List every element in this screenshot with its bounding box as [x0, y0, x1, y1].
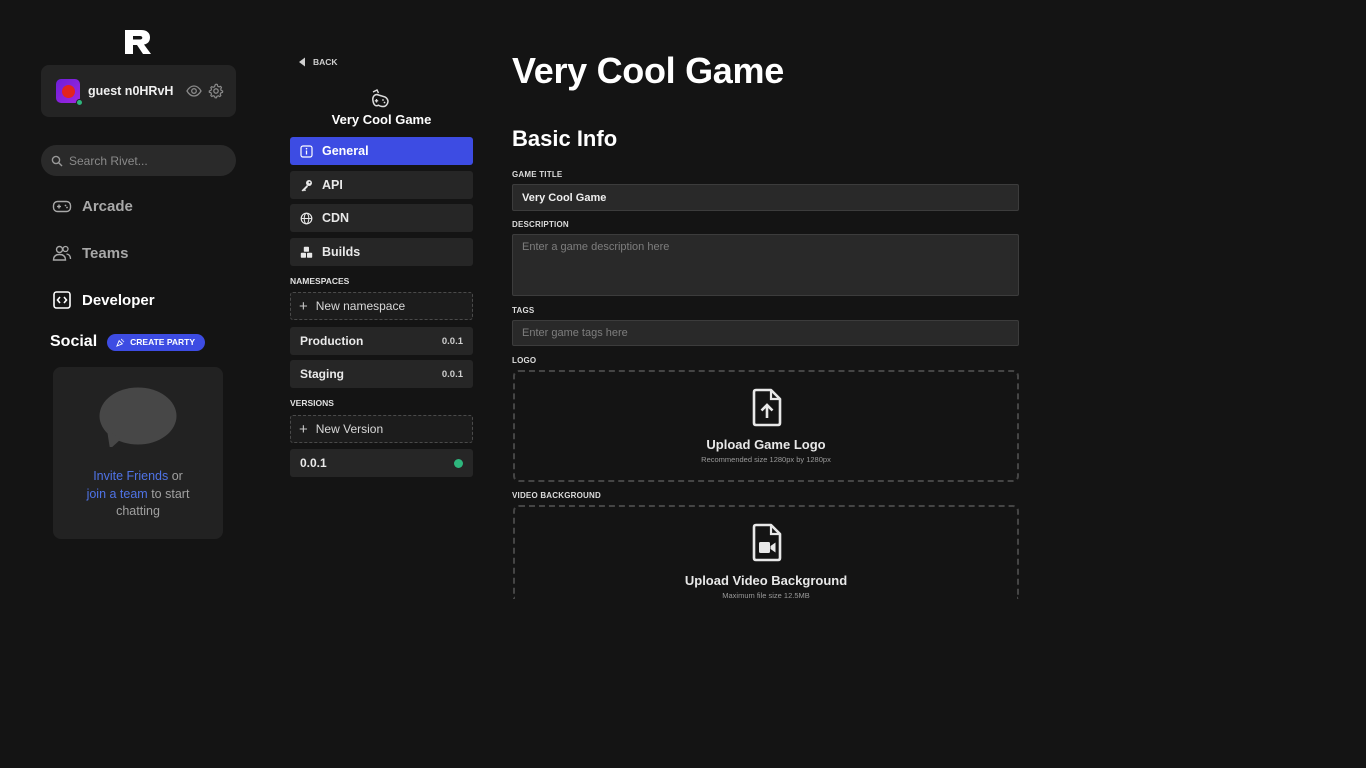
nav-label-developer: Developer — [82, 291, 155, 309]
tab-api-label: API — [322, 178, 343, 192]
versions-label: VERSIONS — [290, 398, 334, 408]
join-team-link[interactable]: join a team — [87, 487, 148, 501]
tab-builds-label: Builds — [322, 245, 361, 259]
rivet-logo[interactable] — [124, 29, 152, 55]
party-popper-icon — [116, 338, 125, 347]
gamepad-icon — [52, 200, 72, 213]
tab-cdn-label: CDN — [322, 211, 350, 225]
nav-item-arcade[interactable]: Arcade — [52, 196, 133, 216]
namespace-item-staging[interactable]: Staging 0.0.1 — [290, 360, 473, 388]
tags-input[interactable] — [512, 320, 1019, 346]
invite-friends-link[interactable]: Invite Friends — [93, 469, 168, 483]
plus-icon: + — [299, 420, 308, 438]
logo-upload-subtitle: Recommended size 1280px by 1280px — [701, 455, 831, 464]
logo-label: LOGO — [512, 356, 537, 365]
eye-icon[interactable] — [186, 83, 202, 99]
user-name: guest n0HRvH... — [88, 84, 174, 98]
chat-empty-text: Invite Friends or join a team to start c… — [86, 469, 190, 518]
logo-upload-dropzone[interactable]: Upload Game Logo Recommended size 1280px… — [513, 370, 1019, 482]
chat-empty-card: Invite Friends or join a team to start c… — [53, 367, 223, 539]
file-upload-icon — [752, 388, 782, 427]
namespace-name: Staging — [300, 367, 344, 381]
online-status-dot — [76, 99, 83, 106]
video-upload-dropzone[interactable]: Upload Video Background Maximum file siz… — [513, 505, 1019, 599]
key-icon — [301, 179, 312, 191]
video-upload-subtitle: Maximum file size 12.5MB — [722, 591, 810, 599]
file-video-icon — [752, 523, 782, 562]
game-controller-icon — [372, 89, 389, 108]
new-namespace-button[interactable]: + New namespace — [290, 292, 473, 320]
cubes-icon — [300, 246, 313, 258]
plus-icon: + — [299, 297, 308, 315]
description-label: DESCRIPTION — [512, 220, 569, 229]
version-status-dot — [454, 458, 463, 468]
avatar — [56, 79, 83, 106]
page-title: Very Cool Game — [512, 50, 784, 91]
namespace-item-production[interactable]: Production 0.0.1 — [290, 327, 473, 355]
game-title-label: GAME TITLE — [512, 170, 563, 179]
new-version-button[interactable]: + New Version — [290, 415, 473, 443]
video-background-label: VIDEO BACKGROUND — [512, 491, 601, 500]
users-icon — [52, 245, 72, 261]
section-title: Basic Info — [512, 126, 618, 151]
new-namespace-label: New namespace — [315, 299, 406, 313]
nav-label-arcade: Arcade — [82, 197, 133, 215]
tab-builds[interactable]: Builds — [290, 238, 473, 266]
info-icon — [300, 144, 313, 158]
search-input[interactable] — [69, 153, 229, 168]
tab-general-label: General — [322, 144, 369, 158]
search-bar[interactable] — [41, 145, 236, 176]
tab-api[interactable]: API — [290, 171, 473, 199]
user-card[interactable]: guest n0HRvH... — [41, 65, 236, 117]
social-header: Social CREATE PARTY — [50, 333, 205, 351]
description-input[interactable] — [512, 234, 1019, 296]
namespace-name: Production — [300, 334, 364, 348]
code-icon — [53, 291, 71, 309]
create-party-label: CREATE PARTY — [130, 337, 195, 347]
version-item[interactable]: 0.0.1 — [290, 449, 473, 477]
new-version-label: New Version — [315, 422, 384, 436]
social-title: Social — [50, 333, 98, 350]
video-upload-title: Upload Video Background — [684, 573, 848, 588]
gear-icon[interactable] — [208, 83, 224, 99]
nav-item-developer[interactable]: Developer — [52, 290, 155, 310]
chat-bubble-icon — [99, 387, 177, 447]
nav-label-teams: Teams — [82, 244, 129, 262]
namespace-version: 0.0.1 — [441, 368, 463, 380]
caret-left-icon — [299, 57, 305, 67]
namespaces-label: NAMESPACES — [290, 276, 350, 286]
tab-general[interactable]: General — [290, 137, 473, 165]
version-name: 0.0.1 — [300, 456, 327, 470]
nav-item-teams[interactable]: Teams — [52, 243, 128, 263]
game-title-input[interactable] — [512, 184, 1019, 211]
search-icon — [51, 155, 63, 166]
globe-icon — [300, 212, 313, 224]
game-name: Very Cool Game — [331, 112, 432, 127]
create-party-button[interactable]: CREATE PARTY — [107, 333, 205, 351]
logo-upload-title: Upload Game Logo — [706, 437, 826, 452]
tab-cdn[interactable]: CDN — [290, 204, 473, 232]
back-button[interactable]: BACK — [298, 57, 338, 67]
tags-label: TAGS — [512, 306, 535, 315]
back-label: BACK — [313, 57, 338, 67]
namespace-version: 0.0.1 — [441, 335, 463, 347]
